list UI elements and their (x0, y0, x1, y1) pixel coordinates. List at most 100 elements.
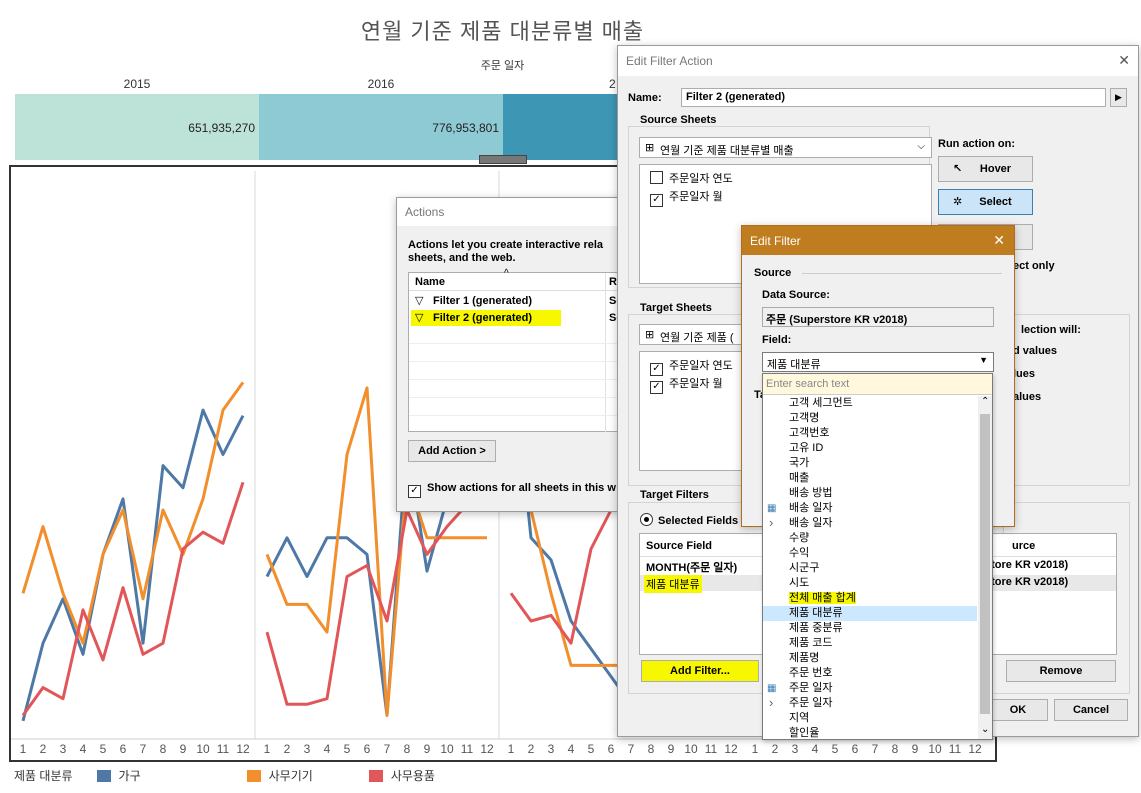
checkbox-checked-icon: ✓ (650, 194, 663, 207)
ok-button[interactable]: OK (988, 699, 1048, 721)
field-option[interactable]: 제품명 (763, 651, 977, 666)
field-option-label: 할인율 (789, 727, 820, 739)
sales-band-2016[interactable]: 776,953,801 (259, 94, 503, 160)
field-option[interactable]: ▦ 주문 일자 (763, 681, 977, 696)
select-button[interactable]: ✲ Select (938, 189, 1033, 215)
checkbox-label: Show actions for all sheets in this w (427, 482, 616, 494)
x-tick-label: 1 (508, 742, 515, 756)
sales-band-2017[interactable] (503, 94, 623, 160)
click-cursor-icon: ✲ (953, 196, 963, 208)
field-option[interactable]: 주문 번호 (763, 666, 977, 681)
search-placeholder: Enter search text (766, 378, 850, 390)
field-option[interactable]: 고객번호 (763, 426, 977, 441)
sales-band-2015[interactable]: 651,935,270 (15, 94, 259, 160)
field-option[interactable]: 수량 (763, 531, 977, 546)
chevron-right-icon[interactable]: › (769, 515, 773, 530)
field-list: 고객 세그먼트 고객명고객번호 고유 ID 국가 매출 배송 방법 ▦ 배송 일자 › 배송 일자… (763, 396, 977, 741)
target-field-item[interactable]: ✓ 주문일자 월 (650, 375, 723, 394)
field-option[interactable]: 제품 중분류 (763, 621, 977, 636)
field-option[interactable]: › 배송 일자 (763, 515, 977, 531)
field-option[interactable]: 배송 방법 (763, 486, 977, 501)
field-option[interactable]: ▦ 배송 일자 (763, 501, 977, 516)
field-option-label: 고객명 (789, 412, 820, 424)
x-tick-label: 2 (40, 742, 47, 756)
name-menu-button[interactable]: ▶ (1110, 88, 1127, 107)
field-option[interactable]: 고유 ID (763, 441, 977, 456)
name-label: Name: (628, 92, 662, 104)
field-option[interactable]: › 주문 일자 (763, 695, 977, 711)
actions-table: Name ^ R ▽ Filter 1 (generated) Se ▽ Fil… (408, 268, 630, 433)
target-data-source-header[interactable]: urce (1012, 540, 1035, 552)
show-all-sheets-checkbox[interactable]: ✓ Show actions for all sheets in this w (408, 482, 616, 498)
clear-option-1[interactable]: d values (1013, 345, 1057, 357)
x-tick-label: 7 (872, 742, 879, 756)
table-row-selected[interactable]: ▽ Filter 2 (generated) (411, 310, 561, 326)
x-tick-label: 1 (264, 742, 271, 756)
cancel-button[interactable]: Cancel (1054, 699, 1128, 721)
source-field-header[interactable]: Source Field (646, 540, 712, 552)
x-tick-label: 2 (528, 742, 535, 756)
scroll-down-icon[interactable]: ⌄ (981, 724, 989, 735)
target-field-item[interactable]: ✓ 주문일자 연도 (650, 357, 733, 376)
table-row[interactable]: ▽ Filter 1 (generated) Se (409, 293, 630, 309)
scrollbar-thumb[interactable] (980, 414, 990, 714)
x-tick-label: 3 (548, 742, 555, 756)
field-option[interactable]: 고객명 (763, 411, 977, 426)
remove-button[interactable]: Remove (1006, 660, 1116, 682)
close-icon[interactable]: ✕ (993, 232, 1005, 249)
year-header: 2 (609, 77, 616, 91)
splitter-handle[interactable] (479, 155, 527, 164)
source-field-item[interactable]: ✓ 주문일자 월 (650, 188, 723, 207)
add-filter-button[interactable]: Add Filter... (641, 660, 759, 682)
source-sheet-select[interactable]: ⊞ 연월 기준 제품 대분류별 매출 ⌵ (639, 137, 932, 158)
series-line[interactable] (21, 381, 245, 645)
x-tick-label: 9 (668, 742, 675, 756)
field-option[interactable]: 시군구 (763, 561, 977, 576)
x-tick-label: 4 (324, 742, 331, 756)
source-field-item[interactable]: 주문일자 연도 (650, 170, 733, 186)
scroll-up-icon[interactable]: ⌃ (981, 396, 989, 407)
run-action-on-label: Run action on: (938, 138, 1015, 150)
band-value: 651,935,270 (188, 121, 255, 135)
x-tick-label: 10 (684, 742, 698, 756)
selected-fields-radio[interactable]: Selected Fields (640, 513, 738, 527)
target-sheet-select[interactable]: ⊞ 연월 기준 제품 ( (639, 324, 749, 345)
x-tick-label: 8 (892, 742, 899, 756)
field-option[interactable]: 시도 (763, 576, 977, 591)
year-header: 2016 (367, 77, 395, 91)
field-option[interactable]: 수익 (763, 546, 977, 561)
scrollbar[interactable]: ⌃ ⌄ (978, 396, 992, 739)
field-option-label: 주문 번호 (789, 667, 833, 679)
clear-option-3[interactable]: alues (1013, 391, 1041, 403)
field-select[interactable]: 제품 대분류 ▼ (762, 352, 994, 372)
field-option[interactable]: 고객 세그먼트 (763, 396, 977, 411)
legend-label: 사무기기 (268, 769, 313, 783)
clear-option-2[interactable]: lues (1013, 368, 1035, 380)
field-option[interactable]: 할인율 (763, 726, 977, 741)
field-option-label: 고유 ID (789, 442, 824, 454)
series-line[interactable] (265, 492, 488, 706)
field-option[interactable]: 지역 (763, 711, 977, 726)
action-name: Filter 2 (generated) (433, 312, 533, 324)
viz-title: 연월 기준 제품 대분류별 매출 (360, 19, 645, 44)
field-dropdown: Enter search text 고객 세그먼트 고객명고객번호 고유 ID 국가 매… (762, 373, 993, 740)
search-input[interactable]: Enter search text (763, 374, 992, 395)
name-input[interactable]: Filter 2 (generated) (681, 88, 1106, 107)
legend: 제품 대분류 가구 사무기기 사무용품 (14, 767, 435, 784)
x-tick-label: 9 (424, 742, 431, 756)
hover-button[interactable]: ↖ Hover (938, 156, 1033, 182)
column-name[interactable]: Name (415, 276, 445, 288)
close-icon[interactable]: ✕ (1118, 52, 1130, 69)
field-option[interactable]: 전체 매출 합계 (763, 591, 977, 606)
field-option[interactable]: 제품 코드 (763, 636, 977, 651)
series-line[interactable] (21, 481, 245, 717)
add-action-button[interactable]: Add Action > (408, 440, 496, 462)
x-tick-label: 6 (608, 742, 615, 756)
target-field-cell: store KR v2018) (985, 576, 1069, 588)
chevron-right-icon[interactable]: › (769, 695, 773, 710)
field-option[interactable]: 매출 (763, 471, 977, 486)
field-option[interactable]: 제품 대분류 (763, 606, 977, 621)
dialog-title: Edit Filter (750, 234, 801, 248)
field-option[interactable]: 국가 (763, 456, 977, 471)
column-r[interactable]: R (609, 276, 617, 288)
